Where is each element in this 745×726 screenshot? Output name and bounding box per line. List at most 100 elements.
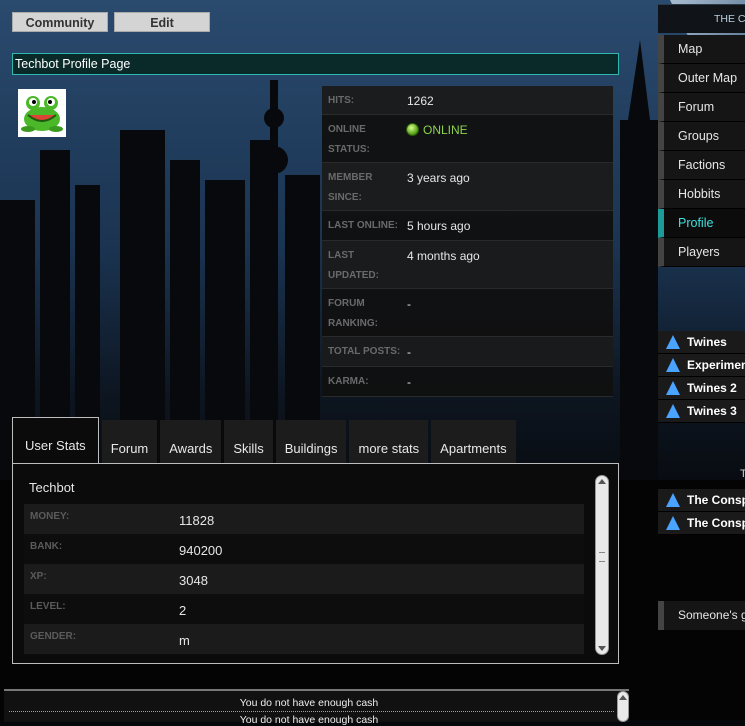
info-row-total-posts: TOTAL POSTS: - [322,337,613,367]
stat-row-bank: BANK: 940200 [24,534,584,564]
avatar [18,89,66,137]
info-label: FORUM RANKING: [328,298,378,329]
sidebar-header: THE C [658,4,745,33]
prism-icon [666,381,680,395]
sidebar-item-profile[interactable]: Profile [658,209,745,238]
info-label: ONLINE STATUS: [328,124,370,155]
group-item[interactable]: Twines 3 [658,400,745,423]
info-value: 1262 [407,94,434,108]
stats-scrollbar[interactable] [595,475,609,655]
sidebar-item-forum[interactable]: Forum [658,93,745,122]
stat-value: 11828 [179,513,215,528]
group-item[interactable]: Twines 2 [658,377,745,400]
scroll-up-icon[interactable] [619,695,627,700]
info-value: - [407,297,411,311]
info-label: LAST UPDATED: [328,250,379,281]
info-row-hits: HITS: 1262 [322,86,613,115]
stats-username: Techbot [29,480,75,495]
message-scrollbar[interactable] [617,691,629,722]
group-item-label: Experimen [687,358,745,372]
message-item: You do not have enough cash [239,714,379,726]
tab-user-stats[interactable]: User Stats [12,417,99,464]
prism-icon [666,516,680,530]
stat-row-level: LEVEL: 2 [24,594,584,624]
info-value: - [407,345,411,359]
info-value: - [407,375,411,389]
prism-icon [666,404,680,418]
sidebar-item-hobbits[interactable]: Hobbits [658,180,745,209]
tab-apartments[interactable]: Apartments [431,420,516,464]
info-value: 5 hours ago [407,219,471,233]
online-status: ONLINE [401,115,613,162]
faction-item-label: The Consp [687,493,745,507]
info-label: MEMBER SINCE: [328,172,373,203]
stat-row-gender: GENDER: m [24,624,584,654]
info-label: KARMA: [328,376,369,387]
user-stats-panel: Techbot MONEY: 11828 BANK: 940200 XP: 30… [12,463,619,664]
scroll-up-icon[interactable] [598,479,606,484]
tab-more-stats[interactable]: more stats [349,420,429,464]
faction-item[interactable]: The Consp [658,512,745,535]
tab-forum[interactable]: Forum [101,420,158,464]
info-row-last-online: LAST ONLINE: 5 hours ago [322,211,613,241]
info-row-karma: KARMA: - [322,367,613,397]
online-status-text: ONLINE [423,123,468,137]
stat-value: 3048 [179,573,208,588]
faction-item[interactable]: The Consp [658,489,745,512]
info-row-member-since: MEMBER SINCE: 3 years ago [322,163,613,211]
message-log: You do not have enough cash You do not h… [4,689,629,726]
info-row-last-updated: LAST UPDATED: 4 months ago [322,241,613,289]
page-title: Techbot Profile Page [12,53,619,75]
message-item: You do not have enough cash [239,697,379,709]
info-label: TOTAL POSTS: [328,346,401,357]
group-item[interactable]: Twines [658,331,745,354]
sidebar-item-groups[interactable]: Groups [658,122,745,151]
stat-value: 2 [179,603,187,618]
tab-skills[interactable]: Skills [224,420,273,464]
section-heading: T [740,468,745,480]
group-list: Twines Experimen Twines 2 Twines 3 [658,331,745,423]
sidebar-item-factions[interactable]: Factions [658,151,745,180]
sidebar-item-map[interactable]: Map [658,35,745,64]
community-button[interactable]: Community [12,12,108,32]
info-value: 4 months ago [407,249,480,263]
profile-info-table: HITS: 1262 ONLINE STATUS: ONLINE MEMBER … [322,86,613,397]
prism-icon [666,358,680,372]
sidebar-item-outer-map[interactable]: Outer Map [658,64,745,93]
prism-icon [666,335,680,349]
stat-row-money: MONEY: 11828 [24,504,584,534]
scroll-down-icon[interactable] [598,646,606,651]
info-row-forum-ranking: FORUM RANKING: - [322,289,613,337]
message-divider [9,711,614,712]
scroll-grip-icon[interactable] [599,552,605,562]
sidebar-nav: Map Outer Map Forum Groups Factions Hobb… [658,35,745,267]
info-label: LAST ONLINE: [328,220,398,231]
faction-item-label: The Consp [687,516,745,530]
group-item-label: Twines [687,335,727,349]
tab-awards[interactable]: Awards [160,420,222,464]
group-item-label: Twines 3 [687,404,737,418]
info-row-online-status: ONLINE STATUS: ONLINE [322,115,613,163]
group-item[interactable]: Experimen [658,354,745,377]
group-item-label: Twines 2 [687,381,737,395]
tab-buildings[interactable]: Buildings [275,420,347,464]
stat-label: MONEY: [30,511,70,522]
stat-label: BANK: [30,541,63,552]
stat-label: LEVEL: [30,601,66,612]
stat-value: 940200 [179,543,223,558]
faction-list: The Consp The Consp [658,489,745,535]
stats-table: MONEY: 11828 BANK: 940200 XP: 3048 LEVEL… [24,504,584,654]
stat-label: GENDER: [30,631,77,642]
info-value: 3 years ago [407,171,470,185]
profile-tabs: User Stats Forum Awards Skills Buildings… [12,417,519,464]
activity-item[interactable]: Someone's g [658,601,745,630]
edit-button[interactable]: Edit [114,12,210,32]
prism-icon [666,493,680,507]
sidebar-item-players[interactable]: Players [658,238,745,267]
frog-icon [21,96,63,132]
online-dot-icon [407,124,418,135]
info-label: HITS: [328,95,355,106]
stat-label: XP: [30,571,47,582]
stat-row-xp: XP: 3048 [24,564,584,594]
stat-value: m [179,633,190,648]
